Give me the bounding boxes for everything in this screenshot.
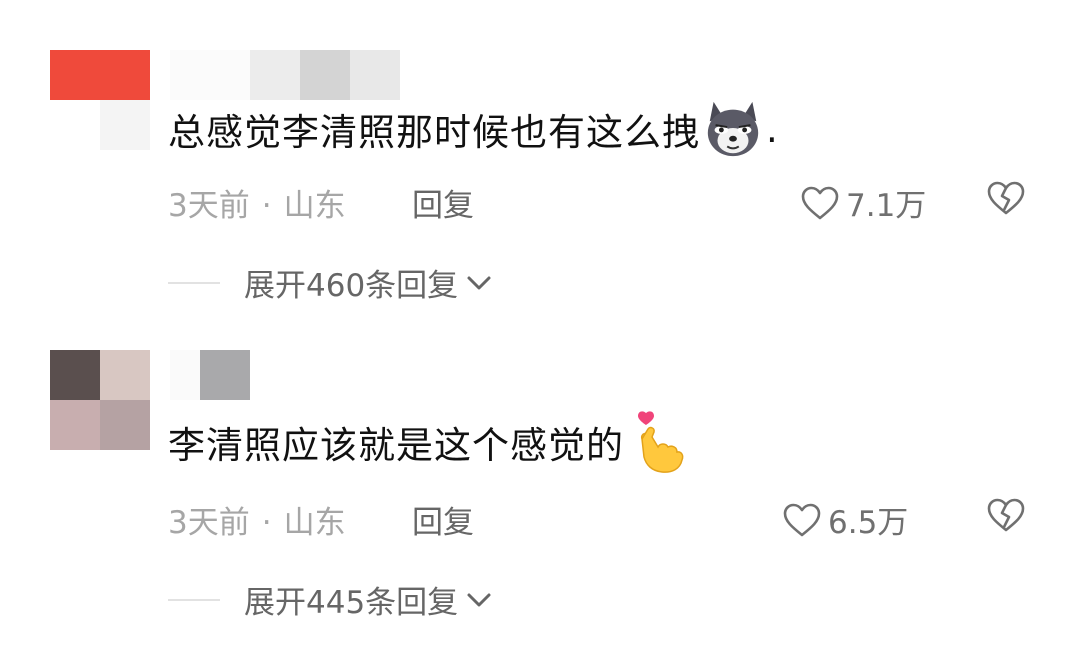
comment-meta: 3天前 · 山东 [168,497,346,542]
divider-line [168,598,220,601]
like-count: 6.5万 [828,505,909,541]
divider-line [168,281,220,284]
reply-button[interactable]: 回复 [412,180,474,225]
reply-button[interactable]: 回复 [412,497,474,542]
expand-replies-label: 展开445条回复 [244,585,459,621]
chevron-down-icon [467,593,491,606]
dislike-broken-heart-icon[interactable] [986,497,1026,533]
comment-text: 李清照应该就是这个感觉的 [168,408,688,476]
like-button[interactable]: 7.1万 [800,180,926,225]
like-count: 7.1万 [846,188,927,224]
heart-icon [801,186,839,219]
expand-replies-label: 展开460条回复 [244,268,459,304]
comment-location: 山东 [283,505,346,541]
like-button[interactable]: 6.5万 [782,497,908,542]
wolf-doge-emoji-icon [707,101,759,157]
finger-heart-emoji-icon [638,411,684,473]
comment-location: 山东 [283,188,346,224]
meta-separator: · [261,188,272,224]
heart-icon [783,503,821,536]
comment-meta: 3天前 · 山东 [168,180,346,225]
comment-time: 3天前 [168,188,250,224]
comment-text: 总感觉李清照那时候也有这么拽 . [168,98,779,160]
meta-separator: · [261,505,272,541]
expand-replies-button[interactable]: 展开460条回复 [168,260,492,305]
comment-time: 3天前 [168,505,250,541]
avatar[interactable] [50,350,150,450]
avatar[interactable] [50,50,150,150]
expand-replies-button[interactable]: 展开445条回复 [168,577,492,622]
dislike-broken-heart-icon[interactable] [986,180,1026,216]
chevron-down-icon [467,276,491,289]
